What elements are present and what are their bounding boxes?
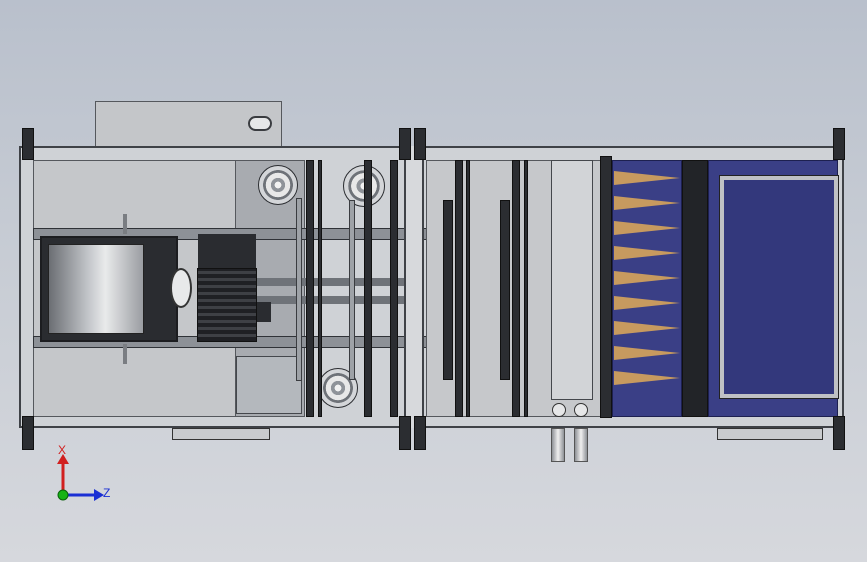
pipe-1: [551, 428, 565, 462]
filter-cone: [614, 171, 680, 185]
divider-post-top-l: [399, 128, 411, 160]
control-box-vent: [248, 116, 272, 131]
fan-shaft-top: [123, 214, 127, 234]
divider-post-top-r: [414, 128, 426, 160]
post-a: [306, 160, 314, 417]
pipe-2: [574, 428, 588, 462]
damper-1: [443, 200, 453, 380]
filter-cone: [614, 296, 680, 310]
corner-post-tr: [833, 128, 845, 160]
pulley-motor: [258, 165, 298, 205]
drain-port-2: [574, 403, 588, 417]
post-c: [364, 160, 372, 417]
corner-post-bl: [22, 416, 34, 450]
post-d: [390, 160, 398, 417]
filter-frame-left: [600, 156, 612, 418]
filter-cone: [614, 346, 680, 360]
post-b: [318, 160, 322, 417]
filter-cone: [614, 221, 680, 235]
bottom-bracket-left: [172, 428, 270, 440]
filter-cone: [614, 321, 680, 335]
motor-body: [197, 268, 257, 342]
filter-cone: [614, 246, 680, 260]
x-axis-label: X: [58, 443, 67, 457]
bag-filter-cones: [614, 166, 682, 416]
access-panel: [551, 160, 593, 400]
damper-1c: [466, 160, 470, 417]
filter-frame-mid: [682, 160, 708, 417]
motor-mount: [198, 234, 256, 268]
divider-post-bot-l: [399, 416, 411, 450]
bottom-bracket-right: [717, 428, 823, 440]
divider-post-bot-r: [414, 416, 426, 450]
damper-2: [500, 200, 510, 380]
fan-inlet-oval: [170, 268, 192, 308]
corner-post-tl: [22, 128, 34, 160]
belt-left: [296, 198, 302, 381]
origin-icon: [57, 489, 69, 501]
damper-1b: [455, 160, 463, 417]
panel-filter: [719, 175, 839, 399]
fan-wheel: [48, 244, 144, 334]
damper-2b: [512, 160, 520, 417]
belt-right: [349, 200, 355, 380]
rail-mid-1: [245, 278, 405, 286]
motor-terminal: [257, 302, 271, 322]
drain-port-1: [552, 403, 566, 417]
module-divider: [404, 146, 424, 428]
z-axis-label: Z: [103, 486, 111, 500]
damper-2c: [524, 160, 528, 417]
filter-cone: [614, 371, 680, 385]
bay-window: [236, 356, 302, 414]
corner-post-br: [833, 416, 845, 450]
fan-shaft-bottom: [123, 344, 127, 364]
filter-cone: [614, 196, 680, 210]
filter-cone: [614, 271, 680, 285]
